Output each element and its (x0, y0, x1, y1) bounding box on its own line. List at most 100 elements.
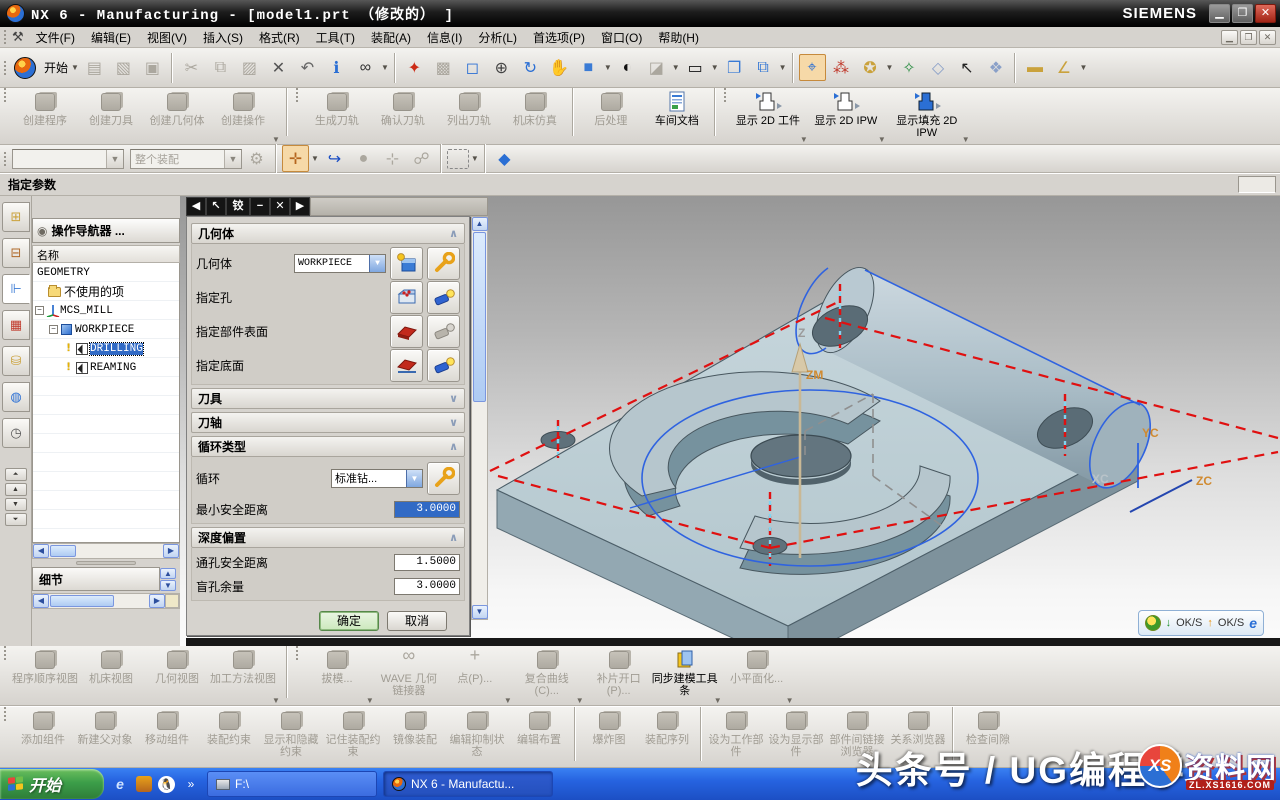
facet-body-button[interactable]: 小平面化... (724, 646, 790, 701)
tree-h-scrollbar[interactable]: ◀ ▶ (32, 543, 180, 559)
scroll-up-button[interactable]: ▲ (5, 483, 27, 496)
doc-close-button[interactable]: ✕ (1259, 30, 1276, 45)
create-operation-button[interactable]: 创建操作 (210, 88, 276, 143)
panel-splitter[interactable] (32, 559, 180, 567)
assembly-sequence-button[interactable]: 装配序列 (638, 707, 696, 762)
menu-help[interactable]: 帮助(H) (650, 27, 707, 48)
shaded-caret-icon[interactable]: ▼ (604, 63, 612, 72)
collapse-icon[interactable]: − (49, 325, 58, 334)
scroll-down-button[interactable]: ▼ (5, 498, 27, 511)
cursor-icon[interactable]: ↖ (953, 54, 980, 81)
zoom-in-out-icon[interactable]: ⊕ (488, 54, 515, 81)
close-button[interactable]: ✕ (1255, 4, 1276, 23)
window-caret-icon[interactable]: ▼ (779, 63, 787, 72)
shaded-view-icon[interactable]: ■ (575, 54, 602, 81)
collapse-chevron-icon[interactable]: ∧ (449, 531, 458, 544)
select-part-surface-button[interactable] (390, 315, 423, 348)
tree-row-reaming[interactable]: ! REAMING (33, 358, 179, 377)
combo-arrow-icon[interactable]: ▼ (406, 470, 422, 487)
zoom-fill-icon[interactable]: ▩ (430, 54, 457, 81)
details-h-scrollbar[interactable]: ◀ ▶ (32, 593, 180, 609)
hook-icon[interactable]: ☍ (408, 145, 435, 172)
scroll-right-icon[interactable]: ▶ (149, 594, 165, 608)
rectangle-select-icon[interactable] (447, 149, 469, 169)
machining-method-view-button[interactable]: 加工方法视图 (210, 646, 276, 701)
midpoint-icon[interactable]: ◇ (924, 54, 951, 81)
dropdown-caret-icon[interactable]: ▼ (962, 135, 970, 144)
web-browser-tab[interactable]: ◍ (2, 382, 30, 412)
dialog-pointer-icon[interactable]: ↖ (206, 197, 226, 216)
new-geometry-button[interactable] (390, 247, 423, 280)
restore-button[interactable]: ❐ (1232, 4, 1253, 23)
geometry-combo[interactable]: WORKPIECE ▼ (294, 254, 386, 273)
dialog-prev-icon[interactable]: ◀ (186, 197, 206, 216)
point-target-icon[interactable]: ⊹ (379, 145, 406, 172)
show-2d-workpiece-button[interactable]: 显示 2D 工件 (732, 88, 804, 143)
minimize-button[interactable]: ▁ (1209, 4, 1230, 23)
create-program-button[interactable]: 创建程序 (12, 88, 78, 143)
toolbar-grip[interactable] (296, 88, 300, 102)
list-toolpath-button[interactable]: 列出刀轨 (436, 88, 502, 143)
resize-corner[interactable] (165, 594, 179, 608)
dialog-minimize-icon[interactable]: − (250, 197, 270, 216)
menu-format[interactable]: 格式(R) (251, 27, 308, 48)
scroll-bottom-button[interactable]: ⏷ (5, 513, 27, 526)
pin-icon[interactable]: ◉ (37, 224, 47, 238)
scroll-right-icon[interactable]: ▶ (163, 544, 179, 558)
scroll-top-button[interactable]: ⏶ (5, 468, 27, 481)
operation-navigator-tab[interactable]: ⊩ (2, 274, 30, 304)
find-icon[interactable]: ∞ (352, 54, 379, 81)
section-depth-offset-header[interactable]: 深度偏置 ∧ (191, 527, 465, 548)
tree-row-drilling[interactable]: ! DRILLING (33, 339, 179, 358)
snap-point-icon[interactable]: ✪ (857, 54, 884, 81)
quicklaunch-qq-icon[interactable]: 🐧 (158, 776, 175, 793)
section-tool-axis-header[interactable]: 刀轴 ∨ (191, 412, 465, 433)
scroll-thumb[interactable] (50, 595, 114, 607)
machine-simulation-button[interactable]: 机床仿真 (502, 88, 568, 143)
spline-points-icon[interactable]: ⁂ (828, 54, 855, 81)
geometry-view-button[interactable]: 几何视图 (144, 646, 210, 701)
expand-chevron-icon[interactable]: ∨ (449, 392, 458, 405)
dropdown-caret-icon[interactable]: ▼ (504, 696, 512, 705)
doc-minimize-button[interactable]: ▁ (1221, 30, 1238, 45)
edit-suppression-button[interactable]: 编辑抑制状态 (446, 707, 508, 762)
paste-icon[interactable]: ▨ (236, 54, 263, 81)
postprocess-button[interactable]: 后处理 (578, 88, 644, 143)
point-button[interactable]: +点(P)... (442, 646, 508, 701)
menu-preferences[interactable]: 首选项(P) (525, 27, 593, 48)
scroll-thumb[interactable] (473, 232, 486, 402)
menu-window[interactable]: 窗口(O) (593, 27, 650, 48)
new-parent-button[interactable]: 新建父对象 (74, 707, 136, 762)
details-section-header[interactable]: 细节 (32, 567, 160, 591)
new-file-icon[interactable]: ▤ (81, 54, 108, 81)
history-tab[interactable]: ◷ (2, 418, 30, 448)
composite-curve-button[interactable]: 复合曲线(C)... (514, 646, 580, 701)
toolbar-grip[interactable] (4, 88, 8, 102)
cancel-button[interactable]: 取消 (387, 611, 447, 631)
dialog-next-icon[interactable]: ▶ (290, 197, 310, 216)
blank-caret-icon[interactable]: ▼ (711, 63, 719, 72)
dropdown-caret-icon[interactable]: ▼ (714, 696, 722, 705)
blank-view-icon[interactable]: ▭ (682, 54, 709, 81)
task-button-explorer[interactable]: F:\ (207, 771, 377, 797)
snap-view-icon[interactable]: ⌖ (799, 54, 826, 81)
toolbar-grip[interactable] (724, 88, 728, 102)
dialog-v-scrollbar[interactable]: ▲ ▼ (471, 216, 488, 620)
show-hide-constraints-button[interactable]: 显示和隐藏约束 (260, 707, 322, 762)
menu-edit[interactable]: 编辑(E) (83, 27, 139, 48)
navigator-header[interactable]: ◉ 操作导航器 ... (32, 218, 180, 243)
menu-grip[interactable] (4, 30, 8, 44)
toolbar-grip[interactable] (296, 646, 300, 660)
select-caret-icon[interactable]: ▼ (471, 154, 479, 163)
display-part-surface-button[interactable] (427, 315, 460, 348)
through-clearance-field[interactable]: 1.5000 (394, 554, 460, 571)
show-2d-ipw-button[interactable]: 显示 2D IPW (810, 88, 882, 143)
scroll-up-icon[interactable]: ▲ (472, 217, 488, 231)
undo-icon[interactable]: ↶ (294, 54, 321, 81)
tree-row-workpiece[interactable]: − WORKPIECE (33, 320, 179, 339)
toolbar-grip[interactable] (4, 61, 8, 75)
selection-scope-combo[interactable]: 整个装配▼ (130, 149, 242, 169)
measure-angle-icon[interactable]: ∠ (1050, 54, 1077, 81)
scroll-left-icon[interactable]: ◀ (33, 594, 49, 608)
constraint-navigator-tab[interactable]: ⊟ (2, 238, 30, 268)
